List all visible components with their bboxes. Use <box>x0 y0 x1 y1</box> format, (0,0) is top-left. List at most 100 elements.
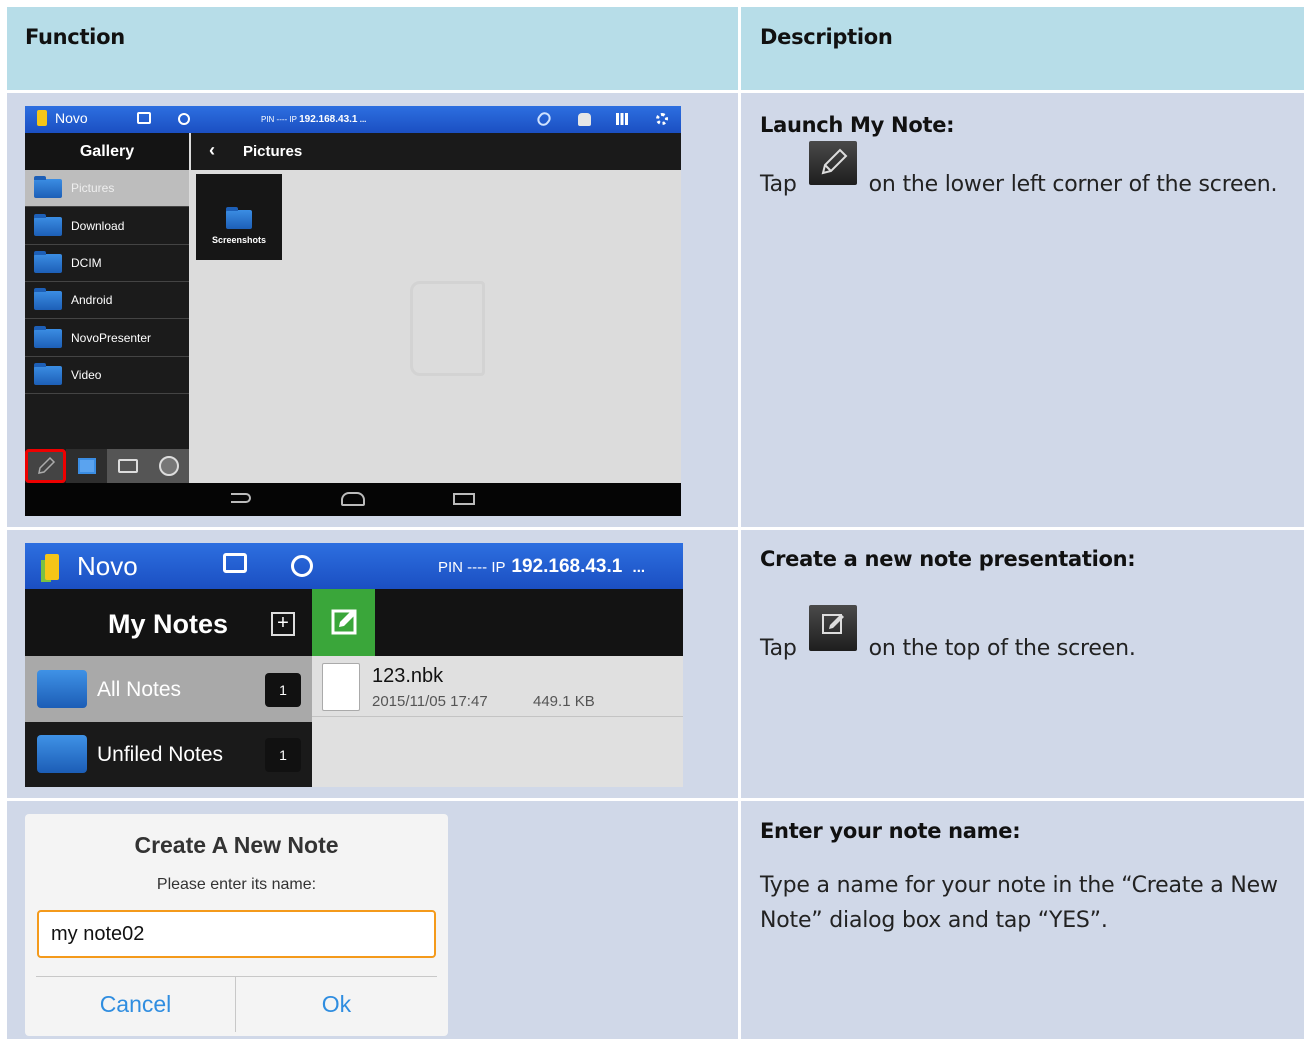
note-count-badge: 1 <box>265 673 301 707</box>
pin-label: PIN ---- IP <box>438 559 506 576</box>
ip-value: 192.168.43.1 <box>299 114 358 125</box>
edit-note-icon <box>808 605 857 651</box>
row2-title: Create a new note presentation: <box>760 547 1136 571</box>
folder-label: Video <box>71 368 102 382</box>
android-icon[interactable] <box>578 113 591 126</box>
grid-icon[interactable] <box>616 113 628 125</box>
ip-value: 192.168.43.1 <box>511 556 623 577</box>
pin-label: PIN ---- IP <box>261 115 297 124</box>
back-icon[interactable] <box>231 493 251 503</box>
folder-icon <box>34 175 62 198</box>
folder-item-pictures[interactable]: Pictures <box>25 170 189 207</box>
file-size: 449.1 KB <box>533 693 595 710</box>
novo-top-bar: Novo PIN ---- IP 192.168.43.1 ... <box>25 543 683 589</box>
display-icon[interactable] <box>137 112 151 124</box>
category-label: All Notes <box>97 678 182 701</box>
folder-icon <box>34 325 62 348</box>
novo-logo: Novo <box>37 110 88 126</box>
folder-item-download[interactable]: Download <box>25 208 189 245</box>
header-function: Function <box>25 25 125 49</box>
category-unfiled-notes[interactable]: Unfiled Notes 1 <box>25 722 312 787</box>
row2-text-before: Tap <box>760 636 797 661</box>
pin-ip-readout: PIN ---- IP 192.168.43.1 ... <box>438 556 645 578</box>
pencil-icon <box>808 141 857 185</box>
novo-top-bar: Novo PIN ---- IP 192.168.43.1 ... <box>25 106 681 133</box>
content-title: Pictures <box>243 143 303 160</box>
my-note-tab-highlighted[interactable] <box>25 449 66 483</box>
web-tab[interactable] <box>148 449 189 483</box>
pictures-title-bar: ‹ Pictures <box>191 133 681 170</box>
back-chevron-icon[interactable]: ‹ <box>209 140 215 161</box>
note-file-row[interactable]: 123.nbk 2015/11/05 17:47 449.1 KB <box>312 656 683 717</box>
row3-instruction: Type a name for your note in the “Create… <box>760 873 1278 933</box>
my-notes-title-bar: My Notes + <box>25 589 683 656</box>
folder-icon <box>34 213 62 236</box>
recents-icon[interactable] <box>453 493 475 505</box>
nbk-file-icon <box>322 663 360 711</box>
create-note-dialog: Create A New Note Please enter its name:… <box>25 814 448 1036</box>
pencil-icon <box>37 456 55 474</box>
folder-item-video[interactable]: Video <box>25 357 189 394</box>
header-description-cell: Description <box>741 7 1304 90</box>
dialog-title: Create A New Note <box>134 832 339 858</box>
tile-label: Screenshots <box>211 235 267 245</box>
row2-text-after: on the top of the screen. <box>868 636 1136 661</box>
note-count-badge: 1 <box>265 738 301 772</box>
more-icon[interactable]: ... <box>360 115 367 124</box>
add-folder-button[interactable]: + <box>271 612 295 636</box>
edit-note-icon <box>331 609 357 635</box>
gallery-tab[interactable] <box>66 449 107 483</box>
files-tab[interactable] <box>107 449 148 483</box>
folder-item-novopresenter[interactable]: NovoPresenter <box>25 320 189 357</box>
pin-ip-readout: PIN ---- IP 192.168.43.1 ... <box>261 114 366 125</box>
row3-description-cell: Enter your note name: Type a name for yo… <box>741 801 1304 1039</box>
row1-title: Launch My Note: <box>760 113 955 137</box>
cancel-button[interactable]: Cancel <box>36 977 235 1032</box>
novo-logo-icon <box>37 110 47 126</box>
folder-label: Pictures <box>71 181 115 195</box>
link-icon[interactable] <box>534 109 554 129</box>
header-function-cell: Function <box>7 7 738 90</box>
android-nav-bar <box>25 483 681 516</box>
new-note-button[interactable] <box>312 589 375 656</box>
row1-description-cell: Launch My Note: Tap on the lower left cor… <box>741 93 1304 527</box>
folder-label: NovoPresenter <box>71 331 152 345</box>
folder-item-dcim[interactable]: DCIM <box>25 245 189 282</box>
row1-text-after: on the lower left corner of the screen. <box>868 172 1278 197</box>
note-name-input[interactable] <box>37 910 436 958</box>
home-icon[interactable] <box>341 492 365 506</box>
folder-icon <box>34 250 62 273</box>
notes-folder-icon <box>37 670 87 708</box>
more-icon[interactable]: ... <box>633 559 646 576</box>
my-notes-screenshot: Novo PIN ---- IP 192.168.43.1 ... My Not… <box>25 543 683 787</box>
folder-open-icon <box>117 459 138 473</box>
image-icon <box>77 458 96 474</box>
row2-instruction: Tap on the top of the screen. <box>760 605 1300 666</box>
file-date: 2015/11/05 17:47 <box>372 693 488 710</box>
gallery-title-bar: Gallery <box>25 133 189 170</box>
display-icon[interactable] <box>223 553 247 573</box>
notes-folder-icon <box>37 735 87 773</box>
category-all-notes[interactable]: All Notes 1 <box>25 656 312 722</box>
folder-label: DCIM <box>71 256 102 270</box>
globe-icon <box>158 456 179 476</box>
settings-gear-icon[interactable] <box>656 113 668 125</box>
folder-icon <box>34 362 62 385</box>
app-name: Novo <box>55 110 88 126</box>
category-label: Unfiled Notes <box>97 743 224 766</box>
dialog-prompt: Please enter its name: <box>156 876 317 893</box>
dialog-button-divider <box>235 977 236 1032</box>
folder-icon <box>34 287 62 310</box>
folder-tile-screenshots[interactable]: Screenshots <box>196 174 282 260</box>
folder-label: Android <box>71 293 113 307</box>
file-name: 123.nbk <box>372 665 444 687</box>
novo-logo: Novo <box>45 551 138 582</box>
refresh-icon[interactable] <box>291 555 313 577</box>
section-title: My Notes <box>108 609 229 639</box>
novo-logo-icon <box>45 553 59 580</box>
refresh-icon[interactable] <box>178 113 190 125</box>
row3-title: Enter your note name: <box>760 819 1021 843</box>
ok-button[interactable]: Ok <box>237 977 436 1032</box>
folder-icon <box>226 207 252 229</box>
folder-item-android[interactable]: Android <box>25 282 189 319</box>
